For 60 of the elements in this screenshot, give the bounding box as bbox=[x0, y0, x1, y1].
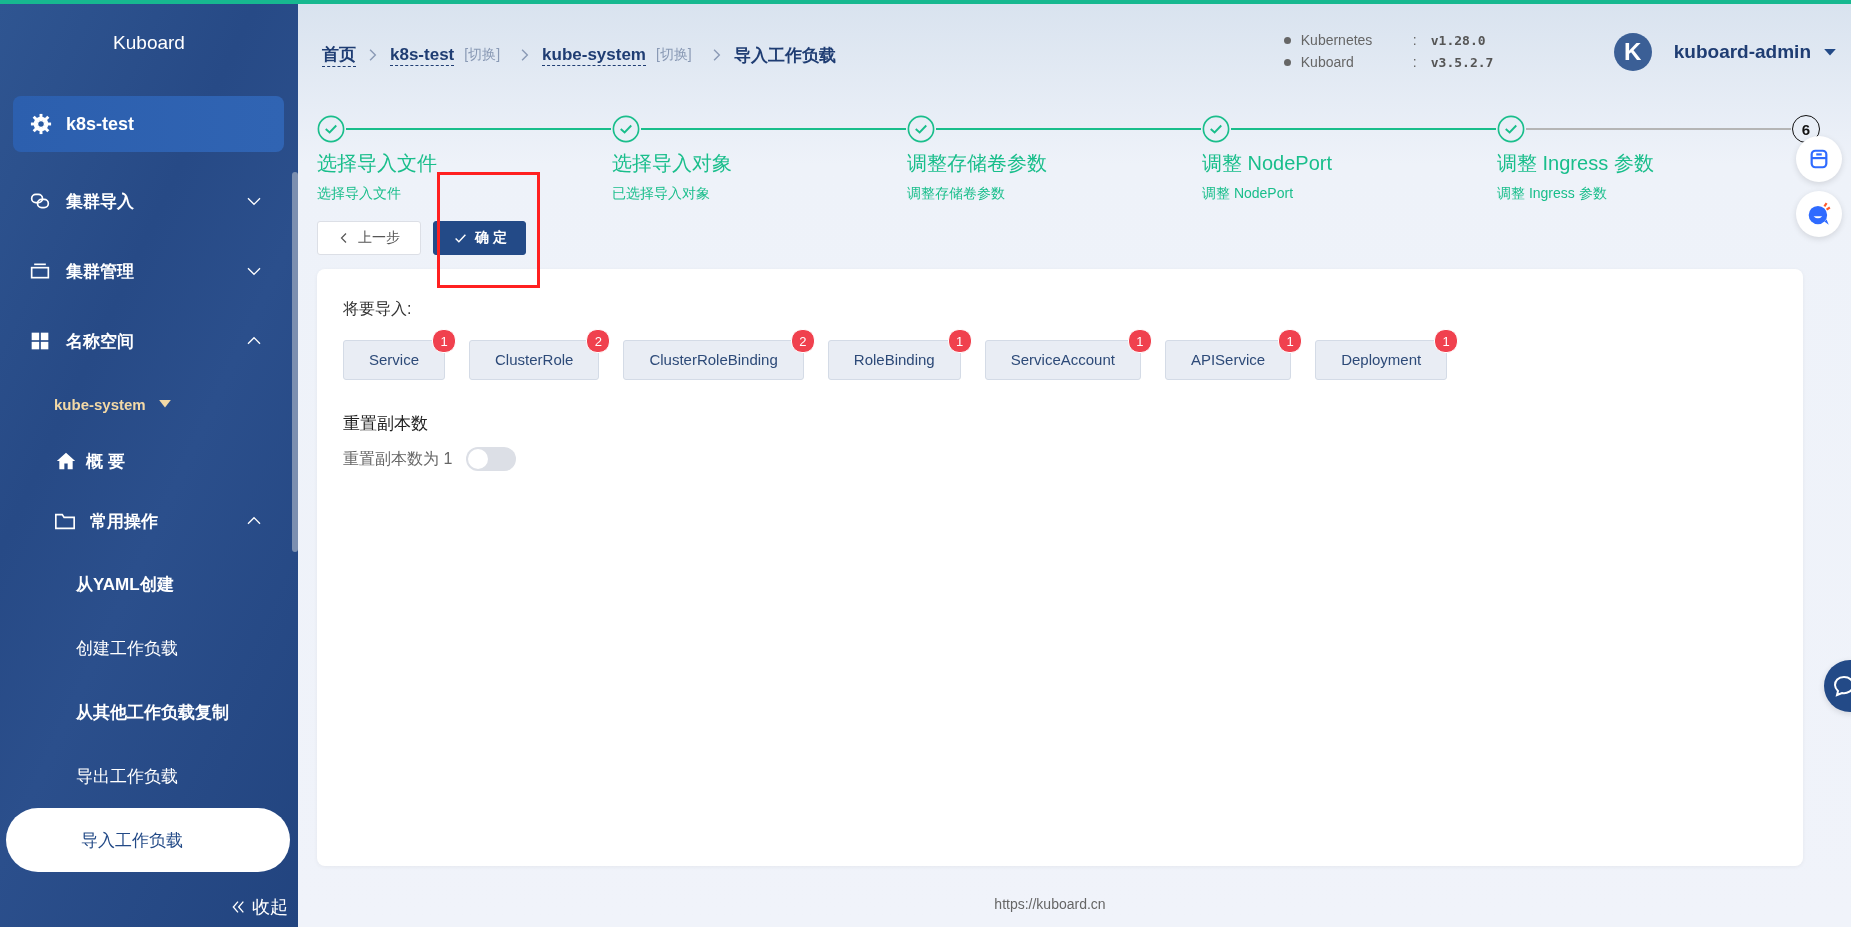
count-badge: 1 bbox=[432, 329, 457, 353]
count-badge: 1 bbox=[1278, 329, 1303, 353]
version-name: Kuboard bbox=[1300, 54, 1355, 70]
toggle-switch[interactable] bbox=[466, 447, 517, 471]
confirm-button[interactable]: 确 定 bbox=[433, 221, 526, 255]
menu-item[interactable]: 导出工作负载 bbox=[0, 744, 290, 808]
menu-group[interactable]: 名称空间 bbox=[0, 306, 290, 376]
step-title: 选择导入文件 bbox=[317, 151, 438, 176]
section-label: 将要导入: bbox=[343, 299, 413, 319]
menu-item[interactable]: 从YAML创建 bbox=[0, 552, 290, 616]
colon-text: : bbox=[1412, 54, 1418, 70]
grid-icon bbox=[30, 331, 50, 351]
menu-item[interactable]: 概 要 bbox=[0, 432, 290, 490]
user-avatar: K bbox=[1613, 33, 1652, 71]
bullet-dot bbox=[1283, 36, 1291, 44]
step-description: 调整 Ingress 参数 bbox=[1497, 185, 1608, 203]
version-value: v1.28.0 bbox=[1430, 32, 1486, 48]
step-title: 调整存储卷参数 bbox=[907, 151, 1048, 176]
cluster-item[interactable]: k8s-test bbox=[13, 96, 284, 152]
menu-item[interactable]: 从其他工作负载复制 bbox=[0, 680, 290, 744]
menu-item[interactable]: 导入工作负载 bbox=[6, 808, 290, 872]
menu-group[interactable]: 集群管理 bbox=[0, 236, 290, 306]
breadcrumb-link[interactable]: k8s-test bbox=[390, 44, 455, 66]
step-description: 调整存储卷参数 bbox=[907, 185, 1006, 203]
floating-button[interactable] bbox=[1796, 191, 1842, 237]
chat-face-icon bbox=[1806, 201, 1832, 227]
step-description: 选择导入文件 bbox=[317, 185, 402, 203]
step-title: 调整 Ingress 参数 bbox=[1497, 151, 1655, 176]
section-title: 重置副本数 bbox=[343, 413, 429, 435]
user-menu[interactable]: kuboard-admin bbox=[1673, 41, 1811, 63]
switch-label: 重置副本数为 1 bbox=[343, 448, 453, 469]
brand-title: Kuboard bbox=[112, 31, 186, 55]
link-icon bbox=[30, 191, 50, 211]
breadcrumb-link[interactable]: kube-system bbox=[542, 44, 646, 66]
version-value: v3.5.2.7 bbox=[1430, 54, 1494, 70]
previous-button[interactable]: 上一步 bbox=[317, 221, 421, 255]
count-badge: 1 bbox=[1434, 329, 1459, 353]
gear-icon bbox=[30, 113, 52, 135]
menu-group[interactable]: 集群导入 bbox=[0, 166, 290, 236]
footer-link[interactable]: https://kuboard.cn bbox=[297, 896, 1803, 912]
menu-folder[interactable]: 常用操作 bbox=[0, 490, 290, 552]
robot-icon bbox=[1808, 148, 1830, 170]
bullet-dot bbox=[1283, 58, 1291, 66]
step-description: 已选择导入对象 bbox=[612, 185, 711, 203]
home-icon bbox=[56, 451, 76, 471]
chat-bubble-icon bbox=[1832, 674, 1851, 698]
floating-button[interactable] bbox=[1796, 136, 1842, 182]
step-title: 选择导入对象 bbox=[612, 151, 733, 176]
namespace-select[interactable]: kube-system bbox=[0, 376, 290, 432]
version-name: Kubernetes bbox=[1300, 32, 1374, 48]
menu-item[interactable]: 创建工作负载 bbox=[0, 616, 290, 680]
step-title: 调整 NodePort bbox=[1202, 151, 1334, 176]
step-description: 调整 NodePort bbox=[1202, 185, 1295, 203]
collapse-button[interactable]: 收起 bbox=[230, 895, 298, 927]
colon-text: : bbox=[1412, 32, 1418, 48]
breadcrumb-link[interactable]: 首页 bbox=[322, 43, 356, 67]
double-chevron-left-icon bbox=[230, 899, 246, 915]
tray-icon bbox=[30, 261, 50, 281]
breadcrumb-current: 导入工作负载 bbox=[733, 44, 836, 67]
scrollbar[interactable] bbox=[292, 172, 298, 552]
